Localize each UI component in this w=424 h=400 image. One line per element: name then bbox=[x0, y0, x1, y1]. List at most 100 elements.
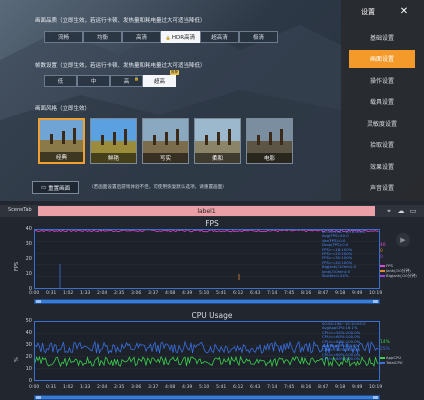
cpu-scroll-handle-right[interactable] bbox=[373, 396, 378, 399]
x-tick-label: 6:12 bbox=[233, 385, 244, 390]
fps-scroll-handle-right[interactable] bbox=[373, 300, 378, 303]
sidebar-item-5[interactable]: 拾取设置 bbox=[349, 136, 415, 154]
x-tick-label: 10:19 bbox=[369, 385, 383, 390]
quality-option-4[interactable]: 超高清 bbox=[200, 31, 239, 43]
quality-option-2[interactable]: 高清 bbox=[122, 31, 161, 43]
quality-options: 流畅 均衡 高清 🔒 HDR高清 超高清 极清 bbox=[44, 31, 278, 43]
x-tick-label: 2:35 bbox=[114, 385, 125, 390]
sidebar-item-1[interactable]: 画面设置 bbox=[349, 49, 415, 68]
style-tree bbox=[62, 131, 65, 144]
x-tick-label: 0:31 bbox=[46, 385, 57, 390]
x-tick-label: 10:19 bbox=[369, 291, 383, 296]
style-option-0[interactable]: 经典 bbox=[38, 118, 85, 164]
legend-total-cpu: TotalCPU bbox=[380, 360, 403, 365]
x-tick-label: 1:02 bbox=[63, 291, 74, 296]
style-tree bbox=[165, 132, 168, 145]
y-tick-label: 40 bbox=[25, 226, 32, 232]
x-tick-label: 9:18 bbox=[335, 291, 346, 296]
x-tick-label: 4:39 bbox=[182, 385, 193, 390]
fps-section-title: 帧数设置（立即生效，若运行卡顿、发热量和耗电量过大可适当降低） bbox=[35, 63, 206, 69]
x-tick-label: 8:16 bbox=[301, 385, 312, 390]
fps-scrollbar[interactable] bbox=[34, 299, 380, 304]
close-icon[interactable]: ✕ bbox=[397, 5, 411, 19]
sidebar-title: 设置 bbox=[361, 8, 375, 16]
style-option-label: 鲜艳 bbox=[91, 153, 136, 163]
performance-monitor: SceneTab label1 ⌖ ☁ ▭ FPS FPS 0 10 20 30 40 … bbox=[0, 201, 424, 400]
sidebar-item-0[interactable]: 基础设置 bbox=[349, 28, 415, 46]
style-tree bbox=[153, 135, 156, 145]
scene-tab-label[interactable]: SceneTab bbox=[8, 207, 32, 213]
app-cpu-value: 14% bbox=[380, 340, 390, 345]
cloud-icon[interactable]: ☁ bbox=[396, 206, 406, 216]
style-tree bbox=[228, 129, 231, 145]
fps-options: 低 中高 🔒 超高 推荐 bbox=[44, 70, 179, 87]
bigjank-value: 0 bbox=[380, 255, 383, 260]
reset-graphics-label: 重置画面 bbox=[48, 185, 71, 192]
style-option-2[interactable]: 写实 bbox=[142, 118, 189, 164]
style-option-4[interactable]: 电影 bbox=[246, 118, 293, 164]
lock-icon: 🔒 bbox=[134, 76, 139, 81]
quality-option-label: 极清 bbox=[252, 35, 264, 41]
label-bar[interactable]: label1 bbox=[38, 206, 375, 216]
quality-option-label: 流畅 bbox=[57, 35, 69, 41]
folder-icon[interactable]: ▭ bbox=[408, 206, 418, 216]
fps-stats-legend: 00:00:19A~10:10:00.0 Avg(FPS):40.0 Var(F… bbox=[322, 229, 366, 278]
style-option-3[interactable]: 柔和 bbox=[194, 118, 241, 164]
x-tick-label: 4:08 bbox=[165, 385, 176, 390]
y-tick-label: 30 bbox=[25, 241, 32, 247]
sidebar-item-2[interactable]: 操作设置 bbox=[349, 71, 415, 89]
x-tick-label: 8:16 bbox=[301, 291, 312, 296]
x-tick-label: 3:37 bbox=[148, 291, 159, 296]
fps-chart: FPS FPS 0 10 20 30 40 00:00:19A~10:10:00.0 A… bbox=[0, 219, 424, 309]
x-tick-label: 4:39 bbox=[182, 291, 193, 296]
fps-y-label: FPS bbox=[14, 261, 20, 271]
x-tick-label: 0:31 bbox=[46, 291, 57, 296]
legend-bigjank-label: BigJank(/10分钟) bbox=[386, 273, 417, 278]
sidebar-item-3[interactable]: 载具设置 bbox=[349, 93, 415, 111]
style-option-label: 电影 bbox=[247, 153, 292, 163]
y-tick-label: 10 bbox=[25, 366, 32, 372]
x-tick-label: 2:04 bbox=[97, 385, 108, 390]
fps-option-3[interactable]: 超高 推荐 bbox=[143, 70, 179, 87]
reset-graphics-button[interactable]: ▭ 重置画面 bbox=[32, 181, 79, 194]
legend-bigjank-swatch bbox=[380, 275, 385, 277]
cpu-scroll-handle-left[interactable] bbox=[36, 396, 41, 399]
quality-option-3[interactable]: 🔒 HDR高清 bbox=[161, 31, 200, 43]
style-tree bbox=[280, 129, 283, 145]
x-tick-label: 3:06 bbox=[131, 385, 142, 390]
sidebar-item-7[interactable]: 声音设置 bbox=[349, 179, 415, 197]
location-icon[interactable]: ⌖ bbox=[384, 206, 394, 216]
style-tree bbox=[217, 132, 220, 145]
x-tick-label: 2:04 bbox=[97, 291, 108, 296]
x-tick-label: 8:47 bbox=[318, 291, 329, 296]
quality-option-0[interactable]: 流畅 bbox=[44, 31, 83, 43]
y-tick-label: 40 bbox=[25, 330, 32, 336]
style-tree bbox=[176, 129, 179, 145]
x-tick-label: 5:41 bbox=[216, 291, 227, 296]
cpu-chart: CPU Usage % 0 10 20 30 40 50 00:00:19A~10:10:… bbox=[0, 308, 424, 400]
x-tick-label: 1:33 bbox=[80, 385, 91, 390]
quality-section-title: 画面品质（立即生效，若运行卡顿、发热量和耗电量过大可适当降低） bbox=[35, 18, 206, 24]
x-tick-label: 8:47 bbox=[318, 385, 329, 390]
legend-total-cpu-swatch bbox=[380, 362, 385, 364]
fps-option-label: 低 bbox=[57, 79, 64, 85]
x-tick-label: 5:10 bbox=[199, 291, 210, 296]
fps-option-1[interactable]: 中 bbox=[77, 75, 110, 87]
fps-option-2[interactable]: 高 🔒 bbox=[110, 75, 143, 87]
style-option-1[interactable]: 鲜艳 bbox=[90, 118, 137, 164]
sidebar-item-4[interactable]: 灵敏度设置 bbox=[349, 114, 415, 132]
y-tick-label: 0 bbox=[28, 378, 32, 384]
x-tick-label: 5:41 bbox=[216, 385, 227, 390]
style-tree bbox=[73, 128, 76, 144]
cpu-stats-legend: 00:00:19A~10:10:00.0 AvgAppCPU:16.1% CPU… bbox=[322, 321, 366, 362]
fps-option-0[interactable]: 低 bbox=[44, 75, 77, 87]
cpu-scrollbar[interactable] bbox=[34, 395, 380, 400]
quality-option-1[interactable]: 均衡 bbox=[83, 31, 122, 43]
play-icon[interactable]: ▶ bbox=[396, 233, 410, 247]
y-tick-label: 30 bbox=[25, 342, 32, 348]
recommended-badge: 推荐 bbox=[170, 70, 179, 75]
quality-option-5[interactable]: 极清 bbox=[239, 31, 278, 43]
style-option-label: 经典 bbox=[40, 152, 83, 162]
sidebar-item-6[interactable]: 效果设置 bbox=[349, 157, 415, 175]
fps-scroll-handle-left[interactable] bbox=[36, 300, 41, 303]
